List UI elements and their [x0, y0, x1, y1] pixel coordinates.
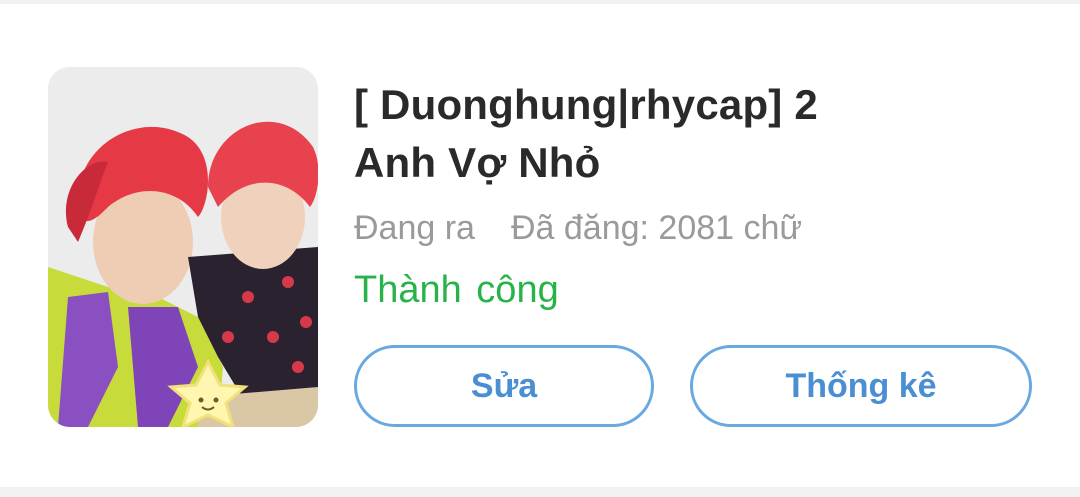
story-card[interactable]: [ Duonghung|rhycap] 2 Anh Vợ Nhỏ Đang ra…: [0, 4, 1080, 487]
result-status: Thành công: [354, 269, 559, 311]
story-cover-image[interactable]: [48, 67, 318, 427]
story-title-line-2: Anh Vợ Nhỏ: [354, 139, 601, 186]
story-info: [ Duonghung|rhycap] 2 Anh Vợ Nhỏ Đang ra…: [354, 76, 1044, 314]
publication-status: Đang ra: [354, 209, 475, 247]
story-title-line-1: [ Duonghung|rhycap] 2: [354, 81, 818, 128]
story-title[interactable]: [ Duonghung|rhycap] 2 Anh Vợ Nhỏ: [354, 76, 1044, 192]
word-count: Đã đăng: 2081 chữ: [510, 209, 803, 247]
story-meta: Đang ra Đã đăng: 2081 chữ: [354, 206, 1044, 250]
statistics-button[interactable]: Thống kê: [690, 345, 1032, 427]
bottom-divider: [0, 487, 1080, 497]
edit-button[interactable]: Sửa: [354, 345, 654, 427]
